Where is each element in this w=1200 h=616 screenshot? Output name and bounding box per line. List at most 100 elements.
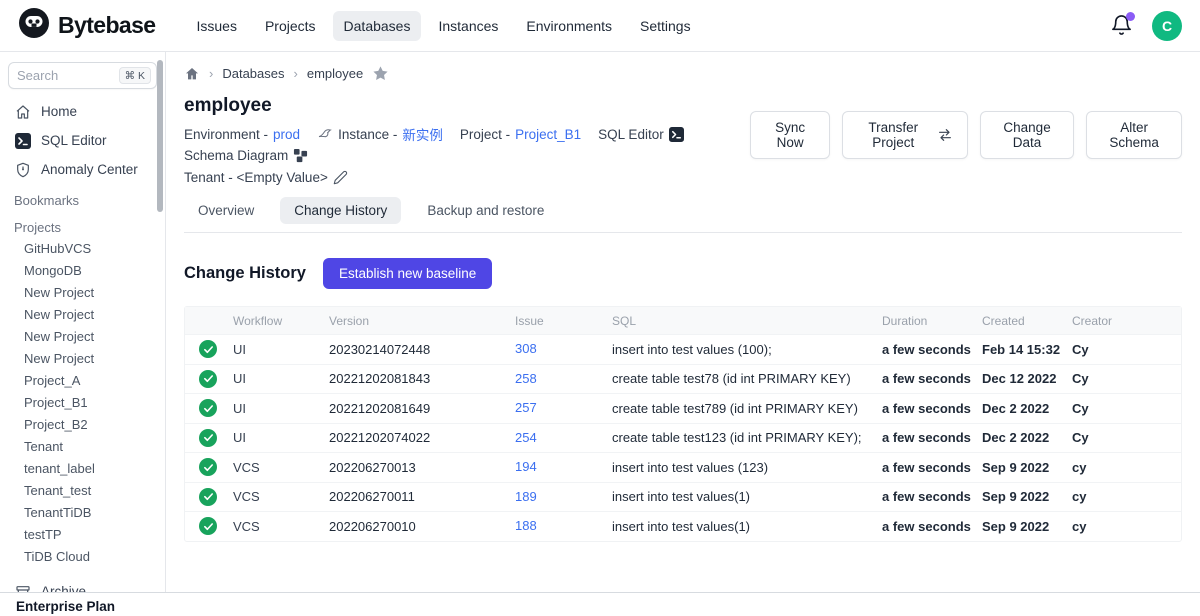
sidebar-project-new-project[interactable]: New Project — [8, 326, 157, 348]
creator-cell: Cy — [1072, 430, 1181, 445]
nav-item-settings[interactable]: Settings — [629, 11, 702, 41]
terminal-icon — [14, 132, 31, 149]
sidebar-item-sql-editor[interactable]: SQL Editor — [8, 126, 157, 155]
sql-cell: insert into test values (123) — [612, 460, 882, 475]
table-row[interactable]: VCS202206270013194insert into test value… — [185, 452, 1181, 482]
column-header-workflow: Workflow — [233, 314, 329, 328]
sidebar-project-testtp[interactable]: testTP — [8, 524, 157, 546]
workflow-cell: VCS — [233, 489, 329, 504]
nav-item-projects[interactable]: Projects — [254, 11, 327, 41]
sidebar-item-home[interactable]: Home — [8, 97, 157, 126]
change-data-button[interactable]: Change Data — [980, 111, 1074, 159]
instance-label: Instance - — [338, 127, 397, 142]
instance-link[interactable]: 新实例 — [402, 124, 443, 144]
transfer-project-button[interactable]: Transfer Project — [842, 111, 968, 159]
issue-link[interactable]: 189 — [515, 489, 537, 504]
sidebar-project-tenant-label[interactable]: tenant_label — [8, 458, 157, 480]
column-header-creator: Creator — [1072, 314, 1181, 328]
sidebar-project-tenant-test[interactable]: Tenant_test — [8, 480, 157, 502]
establish-baseline-button[interactable]: Establish new baseline — [323, 258, 492, 289]
sidebar-project-project-b1[interactable]: Project_B1 — [8, 392, 157, 414]
project-link[interactable]: Project_B1 — [515, 127, 581, 142]
column-header-version: Version — [329, 314, 515, 328]
plan-footer: Enterprise Plan — [0, 592, 1200, 613]
status-done-icon — [199, 517, 217, 535]
favorite-star-icon[interactable] — [372, 65, 389, 82]
sidebar-project-project-a[interactable]: Project_A — [8, 370, 157, 392]
table-row[interactable]: VCS202206270011189insert into test value… — [185, 482, 1181, 512]
alter-schema-button[interactable]: Alter Schema — [1086, 111, 1182, 159]
edit-pencil-icon[interactable] — [333, 170, 348, 185]
tenant-meta: Tenant - <Empty Value> — [184, 170, 348, 185]
section-title: Change History — [184, 264, 306, 283]
schema-diagram-icon — [293, 148, 308, 163]
sql-cell: create table test78 (id int PRIMARY KEY) — [612, 371, 882, 386]
user-avatar[interactable]: C — [1152, 11, 1182, 41]
table-row[interactable]: UI20221202074022254create table test123 … — [185, 423, 1181, 453]
issue-link[interactable]: 188 — [515, 518, 537, 533]
sidebar-item-anomaly-center[interactable]: Anomaly Center — [8, 155, 157, 184]
sidebar-item-archive[interactable]: Archive — [8, 577, 157, 593]
column-header-duration: Duration — [882, 314, 982, 328]
sidebar-nav: Home SQL Editor Anomaly Center — [8, 97, 157, 184]
sidebar-project-new-project[interactable]: New Project — [8, 304, 157, 326]
issue-cell: 308 — [515, 340, 612, 358]
issue-link[interactable]: 254 — [515, 430, 537, 445]
sql-editor-shortcut[interactable]: SQL Editor — [598, 127, 684, 142]
breadcrumb-separator: › — [209, 66, 213, 81]
sidebar-project-tenant[interactable]: Tenant — [8, 436, 157, 458]
sql-cell: insert into test values (100); — [612, 342, 882, 357]
sidebar-project-mongodb[interactable]: MongoDB — [8, 260, 157, 282]
sidebar-section-projects: Projects — [8, 211, 157, 238]
table-row[interactable]: UI20221202081649257create table test789 … — [185, 393, 1181, 423]
sql-cell: insert into test values(1) — [612, 489, 882, 504]
button-label: Transfer Project — [857, 120, 930, 150]
tab-overview[interactable]: Overview — [184, 197, 268, 224]
sidebar-project-new-project[interactable]: New Project — [8, 282, 157, 304]
sidebar-project-project-b2[interactable]: Project_B2 — [8, 414, 157, 436]
schema-diagram-shortcut[interactable]: Schema Diagram — [184, 148, 308, 163]
nav-item-environments[interactable]: Environments — [515, 11, 623, 41]
tab-change-history[interactable]: Change History — [280, 197, 401, 224]
table-row[interactable]: UI20230214072448308insert into test valu… — [185, 334, 1181, 364]
home-breadcrumb-icon[interactable] — [184, 66, 200, 82]
bytebase-logo[interactable]: Bytebase — [18, 7, 155, 44]
sidebar-project-githubvcs[interactable]: GitHubVCS — [8, 238, 157, 260]
search-shortcut-badge: ⌘ K — [119, 67, 151, 84]
issue-cell: 257 — [515, 399, 612, 417]
issue-link[interactable]: 308 — [515, 341, 537, 356]
version-cell: 202206270013 — [329, 460, 515, 475]
column-header-sql: SQL — [612, 314, 882, 328]
sidebar-item-label: Anomaly Center — [41, 162, 138, 177]
sidebar-project-tenanttidb[interactable]: TenantTiDB — [8, 502, 157, 524]
issue-link[interactable]: 194 — [515, 459, 537, 474]
sidebar-projects-list: GitHubVCSMongoDBNew ProjectNew ProjectNe… — [8, 238, 157, 568]
shield-icon — [14, 161, 31, 178]
search-input[interactable]: Search ⌘ K — [8, 62, 157, 89]
nav-item-instances[interactable]: Instances — [427, 11, 509, 41]
table-row[interactable]: UI20221202081843258create table test78 (… — [185, 364, 1181, 394]
status-done-icon — [199, 399, 217, 417]
sidebar-project-tidb-cloud[interactable]: TiDB Cloud — [8, 546, 157, 568]
environment-link[interactable]: prod — [273, 127, 300, 142]
sql-cell: insert into test values(1) — [612, 519, 882, 534]
workflow-cell: UI — [233, 401, 329, 416]
version-cell: 202206270010 — [329, 519, 515, 534]
plan-label[interactable]: Enterprise Plan — [16, 599, 115, 614]
sidebar-scrollbar[interactable] — [157, 60, 163, 212]
breadcrumb-separator: › — [294, 66, 298, 81]
nav-item-issues[interactable]: Issues — [185, 11, 247, 41]
nav-item-databases[interactable]: Databases — [333, 11, 422, 41]
table-row[interactable]: VCS202206270010188insert into test value… — [185, 511, 1181, 541]
sidebar-project-new-project[interactable]: New Project — [8, 348, 157, 370]
sync-now-button[interactable]: Sync Now — [750, 111, 829, 159]
tab-backup-and-restore[interactable]: Backup and restore — [413, 197, 558, 224]
meta-line-2: Tenant - <Empty Value> — [184, 170, 750, 185]
page-title: employee — [184, 95, 750, 117]
issue-link[interactable]: 257 — [515, 400, 537, 415]
notifications-button[interactable] — [1110, 14, 1134, 38]
table-body: UI20230214072448308insert into test valu… — [185, 334, 1181, 541]
sidebar-item-label: Home — [41, 104, 77, 119]
breadcrumb-databases[interactable]: Databases — [222, 66, 284, 81]
issue-link[interactable]: 258 — [515, 371, 537, 386]
